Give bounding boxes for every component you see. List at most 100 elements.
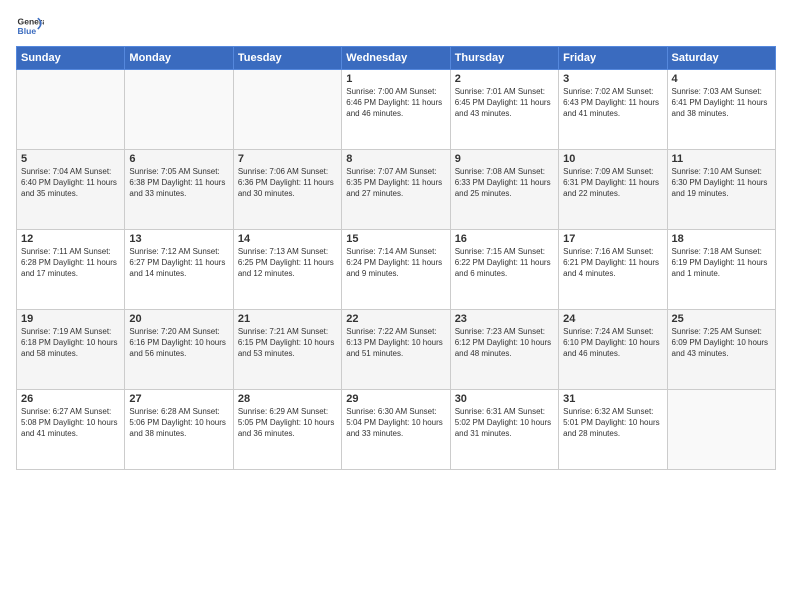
day-cell bbox=[17, 70, 125, 150]
day-cell: 4Sunrise: 7:03 AM Sunset: 6:41 PM Daylig… bbox=[667, 70, 775, 150]
page-container: General Blue SundayMondayTuesdayWednesda… bbox=[0, 0, 792, 478]
weekday-header-friday: Friday bbox=[559, 47, 667, 70]
day-info: Sunrise: 7:06 AM Sunset: 6:36 PM Dayligh… bbox=[238, 167, 337, 199]
week-row-4: 19 Sunrise: 7:19 AM Sunset: 6:18 PM Dayli… bbox=[17, 310, 776, 390]
day-number: 6 bbox=[129, 153, 228, 165]
day-number: 5 bbox=[21, 153, 120, 165]
weekday-header-thursday: Thursday bbox=[450, 47, 558, 70]
day-info: Sunrise: 7:23 AM Sunset: 6:12 PM Dayligh… bbox=[455, 327, 554, 359]
day-info: Sunrise: 6:29 AM Sunset: 5:05 PM Dayligh… bbox=[238, 407, 337, 439]
day-info: Sunrise: 7:04 AM Sunset: 6:40 PM Dayligh… bbox=[21, 167, 120, 199]
day-info: Sunrise: 7:09 AM Sunset: 6:31 PM Dayligh… bbox=[563, 167, 662, 199]
day-info: Sunrise: 7:21 AM Sunset: 6:15 PM Dayligh… bbox=[238, 327, 337, 359]
day-cell: 27Sunrise: 6:28 AM Sunset: 5:06 PM Dayli… bbox=[125, 390, 233, 470]
day-cell: 28 Sunrise: 6:29 AM Sunset: 5:05 PM Dayli… bbox=[233, 390, 341, 470]
day-number: 19 bbox=[21, 313, 120, 325]
day-number: 10 bbox=[563, 153, 662, 165]
day-number: 1 bbox=[346, 73, 445, 85]
day-number: 4 bbox=[672, 73, 771, 85]
day-number: 28 bbox=[238, 393, 337, 405]
day-info: Sunrise: 7:15 AM Sunset: 6:22 PM Dayligh… bbox=[455, 247, 554, 279]
week-row-2: 5 Sunrise: 7:04 AM Sunset: 6:40 PM Daylig… bbox=[17, 150, 776, 230]
weekday-header-monday: Monday bbox=[125, 47, 233, 70]
day-number: 18 bbox=[672, 233, 771, 245]
day-cell: 1Sunrise: 7:00 AM Sunset: 6:46 PM Daylig… bbox=[342, 70, 450, 150]
day-cell: 15 Sunrise: 7:14 AM Sunset: 6:24 PM Dayli… bbox=[342, 230, 450, 310]
day-number: 26 bbox=[21, 393, 120, 405]
weekday-header-tuesday: Tuesday bbox=[233, 47, 341, 70]
week-row-5: 26Sunrise: 6:27 AM Sunset: 5:08 PM Dayli… bbox=[17, 390, 776, 470]
day-cell: 30 Sunrise: 6:31 AM Sunset: 5:02 PM Dayli… bbox=[450, 390, 558, 470]
day-cell: 22 Sunrise: 7:22 AM Sunset: 6:13 PM Dayli… bbox=[342, 310, 450, 390]
day-cell: 2Sunrise: 7:01 AM Sunset: 6:45 PM Daylig… bbox=[450, 70, 558, 150]
day-cell: 9 Sunrise: 7:08 AM Sunset: 6:33 PM Daylig… bbox=[450, 150, 558, 230]
day-number: 22 bbox=[346, 313, 445, 325]
logo-icon: General Blue bbox=[16, 12, 44, 40]
day-cell: 14Sunrise: 7:13 AM Sunset: 6:25 PM Dayli… bbox=[233, 230, 341, 310]
day-cell: 7Sunrise: 7:06 AM Sunset: 6:36 PM Daylig… bbox=[233, 150, 341, 230]
day-info: Sunrise: 7:13 AM Sunset: 6:25 PM Dayligh… bbox=[238, 247, 337, 279]
day-cell bbox=[667, 390, 775, 470]
day-info: Sunrise: 7:22 AM Sunset: 6:13 PM Dayligh… bbox=[346, 327, 445, 359]
weekday-header-wednesday: Wednesday bbox=[342, 47, 450, 70]
day-info: Sunrise: 6:30 AM Sunset: 5:04 PM Dayligh… bbox=[346, 407, 445, 439]
day-cell: 18 Sunrise: 7:18 AM Sunset: 6:19 PM Dayli… bbox=[667, 230, 775, 310]
day-info: Sunrise: 7:14 AM Sunset: 6:24 PM Dayligh… bbox=[346, 247, 445, 279]
day-cell: 29 Sunrise: 6:30 AM Sunset: 5:04 PM Dayli… bbox=[342, 390, 450, 470]
day-number: 11 bbox=[672, 153, 771, 165]
day-cell bbox=[125, 70, 233, 150]
day-number: 13 bbox=[129, 233, 228, 245]
day-number: 24 bbox=[563, 313, 662, 325]
day-cell: 19 Sunrise: 7:19 AM Sunset: 6:18 PM Dayli… bbox=[17, 310, 125, 390]
day-info: Sunrise: 6:31 AM Sunset: 5:02 PM Dayligh… bbox=[455, 407, 554, 439]
day-cell: 11 Sunrise: 7:10 AM Sunset: 6:30 PM Dayli… bbox=[667, 150, 775, 230]
day-info: Sunrise: 7:19 AM Sunset: 6:18 PM Dayligh… bbox=[21, 327, 120, 359]
day-number: 20 bbox=[129, 313, 228, 325]
day-number: 17 bbox=[563, 233, 662, 245]
logo: General Blue bbox=[16, 12, 46, 40]
day-cell: 23 Sunrise: 7:23 AM Sunset: 6:12 PM Dayli… bbox=[450, 310, 558, 390]
weekday-header-row: SundayMondayTuesdayWednesdayThursdayFrid… bbox=[17, 47, 776, 70]
svg-text:Blue: Blue bbox=[18, 26, 37, 36]
calendar-table: SundayMondayTuesdayWednesdayThursdayFrid… bbox=[16, 46, 776, 470]
day-cell: 16Sunrise: 7:15 AM Sunset: 6:22 PM Dayli… bbox=[450, 230, 558, 310]
day-cell: 17 Sunrise: 7:16 AM Sunset: 6:21 PM Dayli… bbox=[559, 230, 667, 310]
day-cell: 20 Sunrise: 7:20 AM Sunset: 6:16 PM Dayli… bbox=[125, 310, 233, 390]
day-cell: 5 Sunrise: 7:04 AM Sunset: 6:40 PM Daylig… bbox=[17, 150, 125, 230]
day-info: Sunrise: 7:02 AM Sunset: 6:43 PM Dayligh… bbox=[563, 87, 662, 119]
day-cell: 13Sunrise: 7:12 AM Sunset: 6:27 PM Dayli… bbox=[125, 230, 233, 310]
day-number: 3 bbox=[563, 73, 662, 85]
day-info: Sunrise: 7:16 AM Sunset: 6:21 PM Dayligh… bbox=[563, 247, 662, 279]
weekday-header-sunday: Sunday bbox=[17, 47, 125, 70]
day-cell: 6 Sunrise: 7:05 AM Sunset: 6:38 PM Daylig… bbox=[125, 150, 233, 230]
day-number: 9 bbox=[455, 153, 554, 165]
day-cell: 24 Sunrise: 7:24 AM Sunset: 6:10 PM Dayli… bbox=[559, 310, 667, 390]
day-cell: 10 Sunrise: 7:09 AM Sunset: 6:31 PM Dayli… bbox=[559, 150, 667, 230]
day-number: 21 bbox=[238, 313, 337, 325]
day-cell: 21 Sunrise: 7:21 AM Sunset: 6:15 PM Dayli… bbox=[233, 310, 341, 390]
day-number: 29 bbox=[346, 393, 445, 405]
day-number: 15 bbox=[346, 233, 445, 245]
week-row-1: 1Sunrise: 7:00 AM Sunset: 6:46 PM Daylig… bbox=[17, 70, 776, 150]
header: General Blue bbox=[16, 12, 776, 40]
day-cell: 12Sunrise: 7:11 AM Sunset: 6:28 PM Dayli… bbox=[17, 230, 125, 310]
day-cell: 25Sunrise: 7:25 AM Sunset: 6:09 PM Dayli… bbox=[667, 310, 775, 390]
day-info: Sunrise: 6:28 AM Sunset: 5:06 PM Dayligh… bbox=[129, 407, 228, 439]
day-info: Sunrise: 7:24 AM Sunset: 6:10 PM Dayligh… bbox=[563, 327, 662, 359]
day-info: Sunrise: 7:18 AM Sunset: 6:19 PM Dayligh… bbox=[672, 247, 771, 279]
day-info: Sunrise: 7:05 AM Sunset: 6:38 PM Dayligh… bbox=[129, 167, 228, 199]
day-number: 30 bbox=[455, 393, 554, 405]
day-number: 8 bbox=[346, 153, 445, 165]
day-cell: 31Sunrise: 6:32 AM Sunset: 5:01 PM Dayli… bbox=[559, 390, 667, 470]
day-number: 23 bbox=[455, 313, 554, 325]
day-info: Sunrise: 7:10 AM Sunset: 6:30 PM Dayligh… bbox=[672, 167, 771, 199]
day-number: 31 bbox=[563, 393, 662, 405]
day-info: Sunrise: 7:07 AM Sunset: 6:35 PM Dayligh… bbox=[346, 167, 445, 199]
day-info: Sunrise: 7:08 AM Sunset: 6:33 PM Dayligh… bbox=[455, 167, 554, 199]
day-info: Sunrise: 7:01 AM Sunset: 6:45 PM Dayligh… bbox=[455, 87, 554, 119]
day-info: Sunrise: 7:25 AM Sunset: 6:09 PM Dayligh… bbox=[672, 327, 771, 359]
day-info: Sunrise: 7:20 AM Sunset: 6:16 PM Dayligh… bbox=[129, 327, 228, 359]
day-cell: 3 Sunrise: 7:02 AM Sunset: 6:43 PM Daylig… bbox=[559, 70, 667, 150]
day-cell: 8 Sunrise: 7:07 AM Sunset: 6:35 PM Daylig… bbox=[342, 150, 450, 230]
week-row-3: 12Sunrise: 7:11 AM Sunset: 6:28 PM Dayli… bbox=[17, 230, 776, 310]
